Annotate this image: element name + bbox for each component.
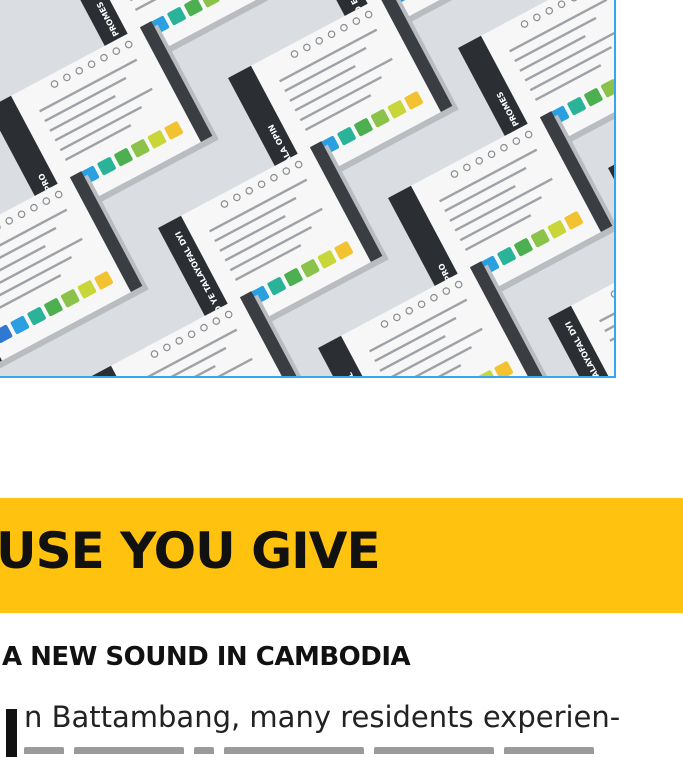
article-photo: MI PROMESRO E TALAYOFALGO YE TALAYOFAL D… [0, 0, 616, 378]
article-body-next-line-cropped [24, 742, 624, 754]
article-body-line: n Battambang, many residents experien- [24, 700, 620, 734]
section-banner: USE YOU GIVE [0, 498, 683, 613]
banner-title: USE YOU GIVE [0, 522, 380, 580]
booklets-photo-illustration: MI PROMESRO E TALAYOFALGO YE TALAYOFAL D… [0, 0, 614, 376]
article-subtitle: A NEW SOUND IN CAMBODIA [2, 642, 410, 672]
